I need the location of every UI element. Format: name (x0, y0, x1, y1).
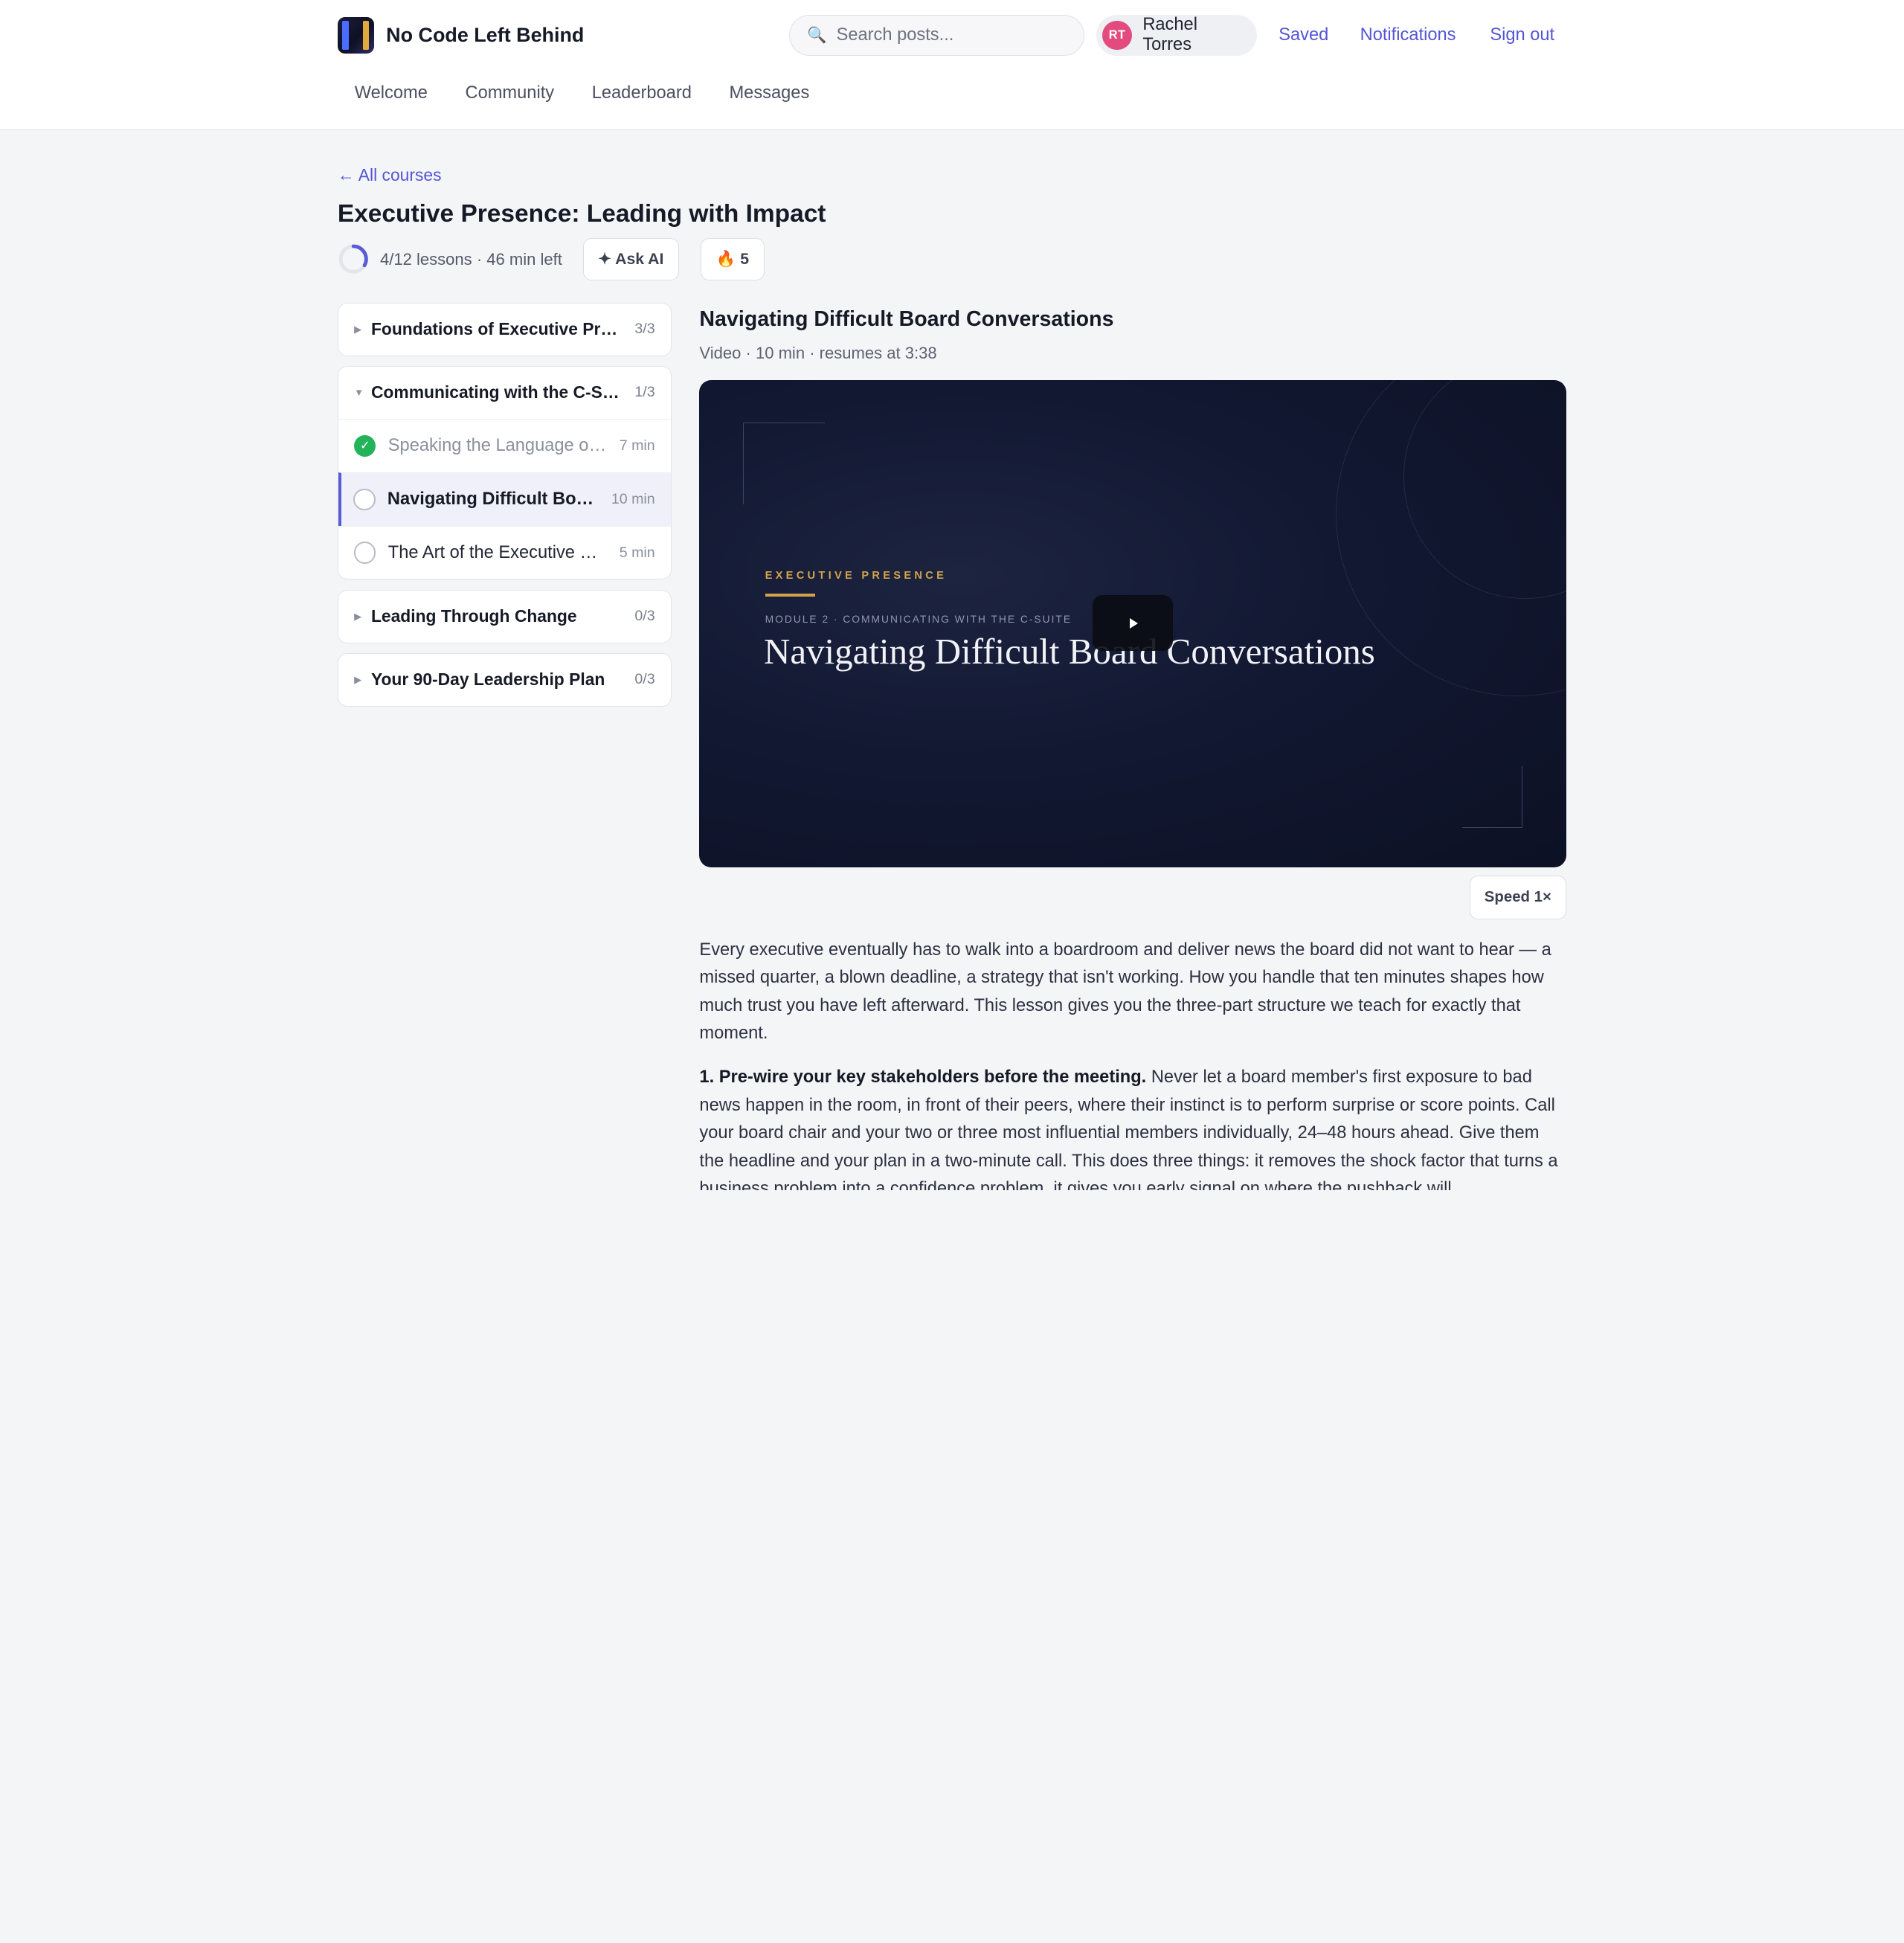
module-count: 3/3 (634, 321, 655, 338)
module-card: ▶ Leading Through Change 0/3 (337, 589, 672, 643)
module-title: Foundations of Executive Presence (370, 319, 635, 339)
brand-logo-icon (337, 16, 374, 54)
lesson-content: Navigating Difficult Board Conversations… (699, 303, 1567, 1190)
video-eyebrow: EXECUTIVE PRESENCE (765, 569, 948, 582)
lesson-paragraph: 1. Pre-wire your key stakeholders before… (699, 1064, 1566, 1190)
brand-name: No Code Left Behind (386, 23, 585, 46)
tab-community[interactable]: Community (445, 80, 571, 107)
lesson-duration: 5 min (619, 544, 655, 561)
progress-text: 4/12 lessons · 46 min left (380, 249, 562, 269)
module-count: 0/3 (634, 671, 655, 688)
play-icon (1130, 617, 1138, 629)
lesson-item[interactable]: ✓ Speaking the Language of the Board 7 m… (338, 418, 671, 472)
module-card: ▶ Foundations of Executive Presence 3/3 (337, 302, 672, 356)
app-page: No Code Left Behind 🔍 RT Rachel Torres S… (0, 0, 1904, 1190)
chevron-right-icon: ▶ (354, 323, 362, 335)
brand[interactable]: No Code Left Behind (337, 16, 585, 54)
check-circle-icon: ✓ (354, 434, 376, 457)
module-header[interactable]: ▶ Your 90-Day Leadership Plan 0/3 (338, 654, 671, 706)
streak-badge: 🔥 5 (701, 238, 765, 281)
module-header[interactable]: ▼ Communicating with the C-Suite 1/3 (338, 367, 671, 419)
lesson-heading: Navigating Difficult Board Conversations (699, 307, 1114, 332)
chevron-right-icon: ▶ (354, 610, 362, 622)
module-header[interactable]: ▶ Leading Through Change 0/3 (338, 591, 671, 643)
empty-circle-icon (354, 542, 376, 564)
tab-messages[interactable]: Messages (709, 80, 826, 107)
lesson-paragraph: Every executive eventually has to walk i… (699, 940, 1551, 1044)
video-player[interactable]: EXECUTIVE PRESENCE MODULE 2 · COMMUNICAT… (699, 380, 1567, 867)
lesson-duration: 7 min (619, 437, 655, 454)
lesson-body: Every executive eventually has to walk i… (699, 937, 1566, 1190)
video-title: Navigating Difficult Board Conversations (763, 631, 1375, 672)
chevron-right-icon: ▶ (354, 673, 362, 685)
user-menu[interactable]: RT Rachel Torres (1096, 14, 1257, 57)
lesson-item[interactable]: The Art of the Executive Summary 5 min (338, 525, 671, 579)
course-progress-row: 4/12 lessons · 46 min left ✦ Ask AI 🔥 5 (338, 238, 786, 281)
lesson-title: Navigating Difficult Board Conversations (387, 489, 611, 509)
lesson-title: The Art of the Executive Summary (387, 542, 620, 562)
module-title: Communicating with the C-Suite (370, 382, 633, 402)
main-nav: Welcome Community Leaderboard Messages (338, 80, 826, 107)
notifications-link[interactable]: Notifications (1360, 25, 1456, 45)
module-title: Your 90-Day Leadership Plan (370, 669, 605, 690)
search-input[interactable] (836, 25, 1067, 45)
module-header[interactable]: ▶ Foundations of Executive Presence 3/3 (338, 304, 671, 356)
search-icon: 🔍 (807, 26, 827, 44)
top-header: No Code Left Behind 🔍 RT Rachel Torres S… (0, 0, 1904, 130)
frame-corner (1461, 766, 1523, 829)
lesson-title: Speaking the Language of the Board (387, 435, 620, 455)
lesson-item-active[interactable]: Navigating Difficult Board Conversations… (338, 472, 671, 526)
module-card: ▼ Communicating with the C-Suite 1/3 ✓ S… (337, 365, 672, 580)
empty-circle-icon (353, 488, 376, 510)
play-button[interactable] (1093, 595, 1174, 652)
user-name: Rachel Torres (1142, 15, 1197, 55)
avatar: RT (1102, 20, 1132, 50)
chevron-down-icon: ▼ (354, 387, 364, 399)
frame-corner (743, 423, 825, 504)
video-module-label: MODULE 2 · COMMUNICATING WITH THE C-SUIT… (765, 613, 1072, 626)
ask-ai-button[interactable]: ✦ Ask AI (582, 238, 679, 281)
back-to-courses-link[interactable]: ← All courses (338, 165, 442, 185)
point-heading: 1. Pre-wire your key stakeholders before… (699, 1067, 1147, 1088)
lesson-duration: 10 min (611, 490, 655, 507)
saved-link[interactable]: Saved (1279, 25, 1328, 45)
playback-speed-button[interactable]: Speed 1× (1469, 876, 1567, 919)
module-card: ▶ Your 90-Day Leadership Plan 0/3 (337, 652, 672, 707)
course-outline: ▶ Foundations of Executive Presence 3/3 … (337, 302, 672, 716)
tab-leaderboard[interactable]: Leaderboard (571, 80, 709, 107)
sign-out-link[interactable]: Sign out (1490, 25, 1554, 45)
module-count: 0/3 (634, 608, 655, 625)
gold-rule (765, 594, 815, 597)
tab-welcome[interactable]: Welcome (338, 80, 445, 107)
search-box[interactable]: 🔍 (789, 14, 1084, 57)
module-title: Leading Through Change (370, 606, 577, 626)
progress-ring-icon (338, 244, 368, 274)
lesson-meta: Video · 10 min · resumes at 3:38 (699, 344, 937, 363)
module-count: 1/3 (634, 384, 655, 401)
course-title: Executive Presence: Leading with Impact (337, 200, 826, 228)
